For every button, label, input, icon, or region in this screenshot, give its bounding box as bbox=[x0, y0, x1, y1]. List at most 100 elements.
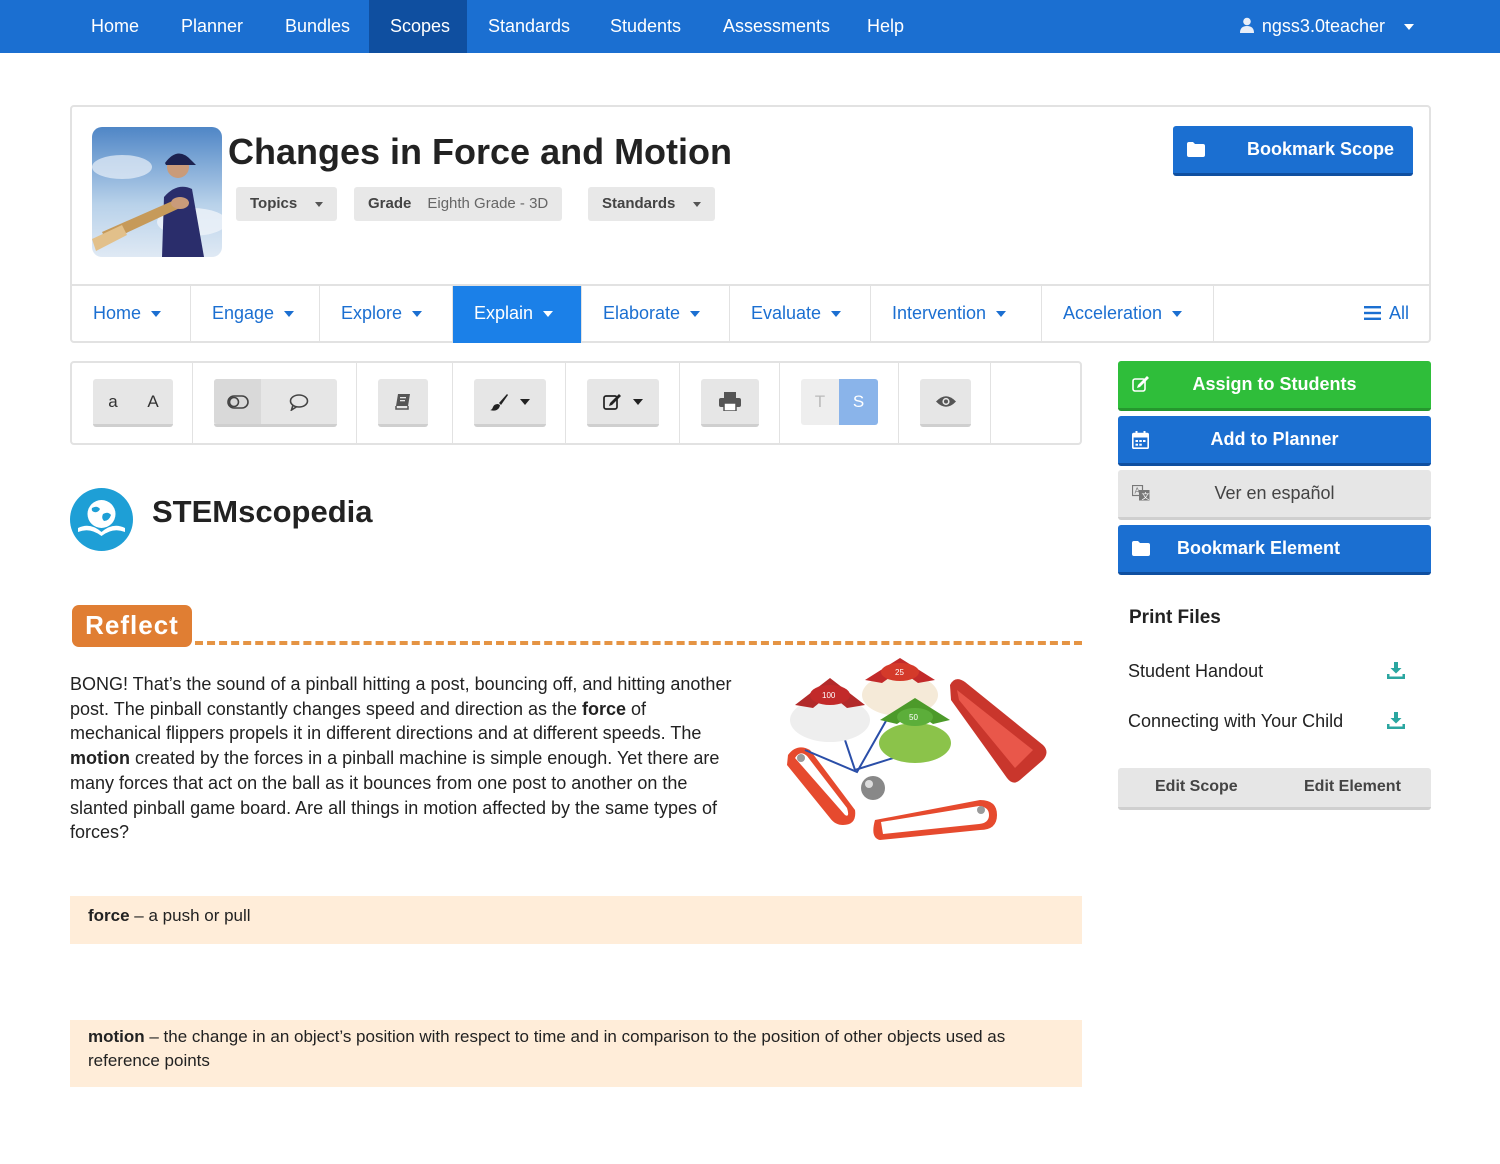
hamburger-icon bbox=[1363, 287, 1381, 342]
file-student-handout[interactable]: Student Handout bbox=[1128, 661, 1263, 682]
glossary-button[interactable] bbox=[378, 379, 428, 427]
font-decrease-button[interactable]: a bbox=[93, 379, 133, 424]
tab-all-label: All bbox=[1388, 303, 1409, 323]
assign-to-students-button[interactable]: Assign to Students bbox=[1118, 361, 1431, 411]
tab-explore-label: Explore bbox=[341, 303, 403, 323]
file-connecting-with-your-child[interactable]: Connecting with Your Child bbox=[1128, 711, 1343, 732]
bumper-100-label: 100 bbox=[822, 691, 836, 700]
reflect-badge: Reflect bbox=[72, 605, 192, 647]
term-force: force bbox=[582, 698, 627, 719]
font-increase-button[interactable]: A bbox=[133, 379, 173, 424]
pinball-illustration: 100 25 50 bbox=[775, 650, 1055, 845]
chevron-down-icon bbox=[1172, 311, 1183, 318]
username: ngss3.0teacher bbox=[1261, 16, 1385, 36]
print-group bbox=[680, 363, 780, 443]
divider bbox=[195, 641, 1082, 645]
nav-scopes[interactable]: Scopes bbox=[369, 0, 467, 53]
topics-dropdown[interactable]: Topics bbox=[236, 187, 338, 221]
chevron-down-icon[interactable] bbox=[1404, 24, 1414, 30]
5e-tabs: Home Engage Explore Explain Elaborate Ev… bbox=[72, 284, 1429, 343]
tab-elaborate-label: Elaborate bbox=[603, 303, 681, 323]
page-title: Changes in Force and Motion bbox=[228, 131, 733, 172]
print-button[interactable] bbox=[701, 379, 759, 427]
section-title: STEMscopedia bbox=[152, 494, 373, 529]
vocab-card-motion: motion – the change in an object’s posit… bbox=[70, 1020, 1082, 1087]
chevron-down-icon bbox=[693, 201, 702, 207]
font-size-group: a A bbox=[72, 363, 193, 443]
chevron-down-icon bbox=[151, 311, 162, 318]
standards-label: Standards bbox=[602, 195, 676, 212]
chevron-down-icon bbox=[690, 311, 701, 318]
chevron-down-icon bbox=[632, 399, 643, 405]
printer-icon bbox=[719, 392, 741, 412]
chevron-down-icon bbox=[996, 311, 1007, 318]
notes-group bbox=[566, 363, 680, 443]
preview-button[interactable] bbox=[920, 379, 971, 427]
bookmark-scope-label: Bookmark Scope bbox=[1247, 139, 1395, 159]
scope-thumbnail bbox=[92, 127, 222, 257]
highlighter-button[interactable] bbox=[474, 379, 546, 427]
bumper-50-label: 50 bbox=[909, 713, 918, 722]
highlight-group bbox=[453, 363, 566, 443]
tab-explore[interactable]: Explore bbox=[320, 286, 453, 343]
tab-home[interactable]: Home bbox=[72, 286, 191, 343]
user-icon bbox=[1239, 1, 1254, 54]
toggle-view-button[interactable] bbox=[214, 379, 261, 424]
nav-planner[interactable]: Planner bbox=[160, 0, 264, 53]
brush-icon bbox=[490, 394, 509, 411]
nav-assessments[interactable]: Assessments bbox=[702, 0, 851, 53]
tab-acceleration-label: Acceleration bbox=[1063, 303, 1163, 323]
eye-icon bbox=[935, 396, 956, 407]
print-files-heading: Print Files bbox=[1129, 607, 1221, 628]
spanish-label: Ver en español bbox=[1214, 483, 1335, 503]
bookmark-element-label: Bookmark Element bbox=[1176, 538, 1341, 558]
vocab-term: motion bbox=[88, 1027, 145, 1046]
font-size-buttons: a A bbox=[93, 379, 173, 427]
reader-toolbar: a A T S bbox=[70, 361, 1082, 445]
grade-label: Grade bbox=[368, 195, 412, 212]
glossary-group bbox=[357, 363, 453, 443]
teacher-view-toggle[interactable]: T bbox=[801, 379, 839, 425]
nav-standards[interactable]: Standards bbox=[467, 0, 591, 53]
vocab-card-force: force – a push or pull bbox=[70, 896, 1082, 944]
tab-elaborate[interactable]: Elaborate bbox=[582, 286, 730, 343]
nav-home[interactable]: Home bbox=[70, 0, 160, 53]
standards-dropdown[interactable]: Standards bbox=[588, 187, 716, 221]
spanish-button[interactable]: A文 Ver en español bbox=[1118, 470, 1431, 520]
tab-engage[interactable]: Engage bbox=[191, 286, 320, 343]
edit-bar: Edit Scope Edit Element bbox=[1118, 768, 1431, 810]
tab-explain[interactable]: Explain bbox=[453, 286, 582, 343]
user-menu[interactable]: ngss3.0teacher bbox=[1239, 0, 1385, 54]
teacher-student-group: T S bbox=[780, 363, 899, 443]
chevron-down-icon bbox=[412, 311, 423, 318]
edit-element-button[interactable]: Edit Element bbox=[1304, 778, 1401, 796]
nav-help[interactable]: Help bbox=[846, 0, 925, 53]
tab-engage-label: Engage bbox=[212, 303, 275, 323]
nav-bundles[interactable]: Bundles bbox=[264, 0, 371, 53]
tab-acceleration[interactable]: Acceleration bbox=[1042, 286, 1214, 343]
add-to-planner-button[interactable]: Add to Planner bbox=[1118, 416, 1431, 466]
comment-button[interactable] bbox=[261, 379, 337, 424]
tab-all[interactable]: All bbox=[1363, 286, 1409, 343]
grade-pill: Grade Eighth Grade - 3D bbox=[354, 187, 563, 221]
edit-icon bbox=[603, 394, 622, 410]
bumper-25-label: 25 bbox=[895, 668, 904, 677]
folder-icon bbox=[1187, 141, 1205, 162]
vocab-definition: – the change in an object’s position wit… bbox=[88, 1027, 1006, 1070]
paragraph-text: created by the forces in a pinball machi… bbox=[70, 748, 720, 843]
assign-label: Assign to Students bbox=[1192, 374, 1357, 394]
edit-scope-button[interactable]: Edit Scope bbox=[1155, 778, 1238, 796]
bookmark-scope-button[interactable]: Bookmark Scope bbox=[1173, 126, 1413, 176]
view-toggle-group bbox=[193, 363, 357, 443]
download-icon[interactable] bbox=[1387, 712, 1405, 734]
download-icon[interactable] bbox=[1387, 662, 1405, 684]
tab-intervention[interactable]: Intervention bbox=[871, 286, 1042, 343]
notes-button[interactable] bbox=[587, 379, 659, 427]
student-view-toggle[interactable]: S bbox=[839, 379, 878, 425]
tab-intervention-label: Intervention bbox=[892, 303, 987, 323]
tab-evaluate[interactable]: Evaluate bbox=[730, 286, 871, 343]
grade-value: Eighth Grade - 3D bbox=[427, 195, 549, 212]
bookmark-element-button[interactable]: Bookmark Element bbox=[1118, 525, 1431, 575]
nav-students[interactable]: Students bbox=[589, 0, 702, 53]
stemscopedia-logo-icon bbox=[70, 488, 133, 551]
